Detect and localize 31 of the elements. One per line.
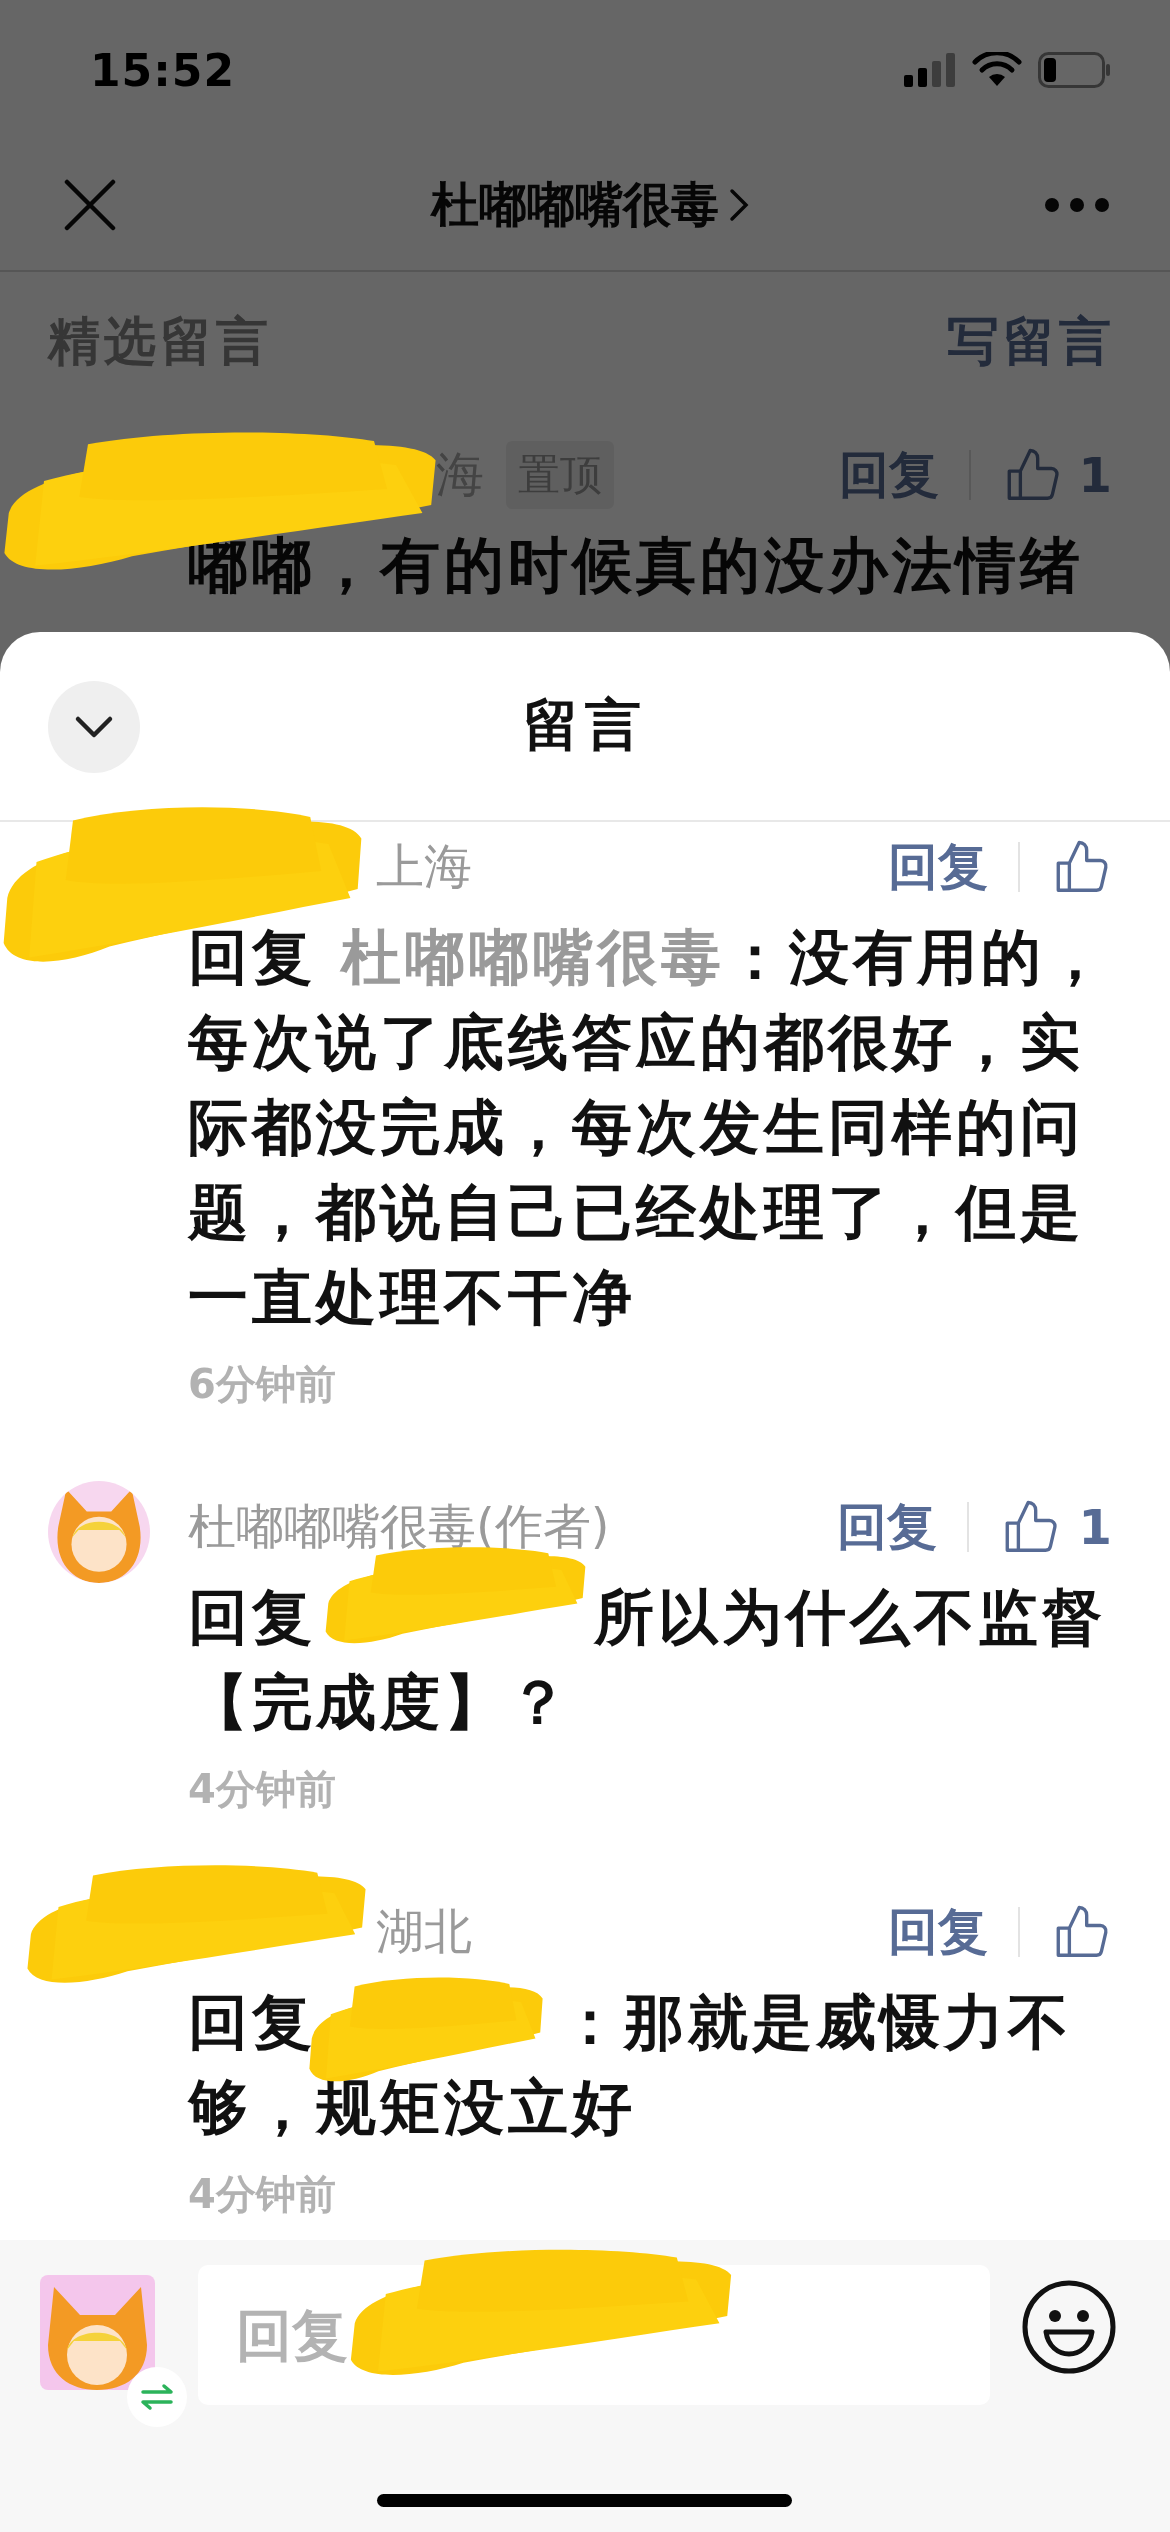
comment-time: 4分钟前 bbox=[187, 1765, 337, 1814]
comment-time: 4分钟前 bbox=[187, 2170, 337, 2219]
comment-text: 回复 所以为什么不监督【完成度】？ bbox=[187, 1581, 1107, 1739]
comment-text: 回复 ：那就是威慑力不够，规矩没立好 bbox=[186, 1986, 1073, 2144]
chevron-right-icon[interactable] bbox=[729, 188, 749, 222]
signal-icon bbox=[904, 53, 956, 87]
wifi-icon bbox=[972, 52, 1022, 88]
page-title[interactable]: 杜嘟嘟嘴很毒 bbox=[431, 173, 719, 237]
comment-text: 回复 杜嘟嘟嘴很毒：没有用的，每次说了底线答应的都很好，实际都没完成，每次发生同样的问题，都说自己已经处理了，但是一直处理不干净 bbox=[186, 921, 1110, 1334]
reply-link[interactable]: 回复 bbox=[888, 1898, 988, 1966]
comment-text: 嘟嘟，有的时候真的没办法情绪 bbox=[187, 529, 1085, 602]
reply-link[interactable]: 回复 bbox=[838, 441, 939, 509]
reply-link[interactable]: 回复 bbox=[836, 1493, 937, 1561]
like-count: 1 bbox=[1078, 1499, 1112, 1555]
status-time: 15:52 bbox=[90, 44, 236, 96]
switch-account-icon[interactable] bbox=[127, 2367, 187, 2427]
write-comment-link[interactable]: 写留言 bbox=[947, 307, 1115, 377]
commenter-name[interactable]: 杜嘟嘟嘴很毒(作者) bbox=[188, 1495, 610, 1559]
reply-to-link[interactable]: 杜嘟嘟嘴很毒 bbox=[340, 922, 725, 992]
battery-icon bbox=[1038, 52, 1112, 88]
emoji-icon[interactable] bbox=[1022, 2280, 1116, 2374]
more-icon[interactable] bbox=[1044, 197, 1110, 213]
comment-time: 6分钟前 bbox=[187, 1360, 337, 1409]
chevron-down-icon bbox=[74, 715, 114, 739]
comment-location: 上海 bbox=[376, 837, 472, 896]
like-count: 1 bbox=[1078, 447, 1112, 503]
user-avatar[interactable] bbox=[40, 2275, 155, 2390]
close-icon[interactable] bbox=[64, 179, 116, 231]
reply-link[interactable]: 回复 bbox=[888, 833, 988, 901]
sheet-title: 留言 bbox=[523, 691, 647, 759]
comment-location: 湖北 bbox=[376, 1902, 472, 1961]
